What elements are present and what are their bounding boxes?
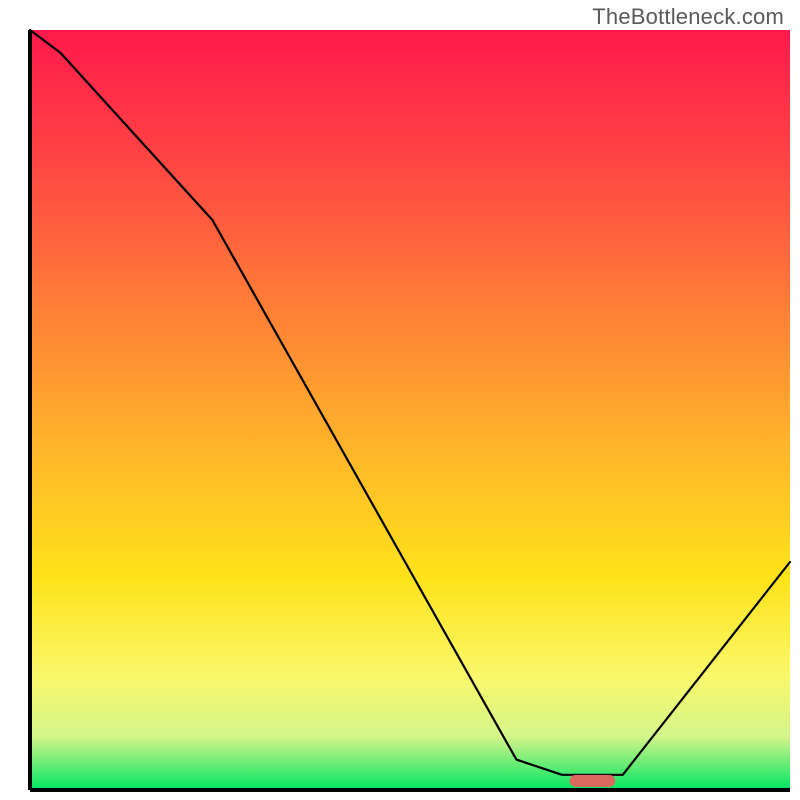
bottleneck-chart: TheBottleneck.com (0, 0, 800, 800)
watermark-text: TheBottleneck.com (592, 4, 784, 30)
chart-svg (0, 0, 800, 800)
optimal-marker (570, 775, 616, 787)
